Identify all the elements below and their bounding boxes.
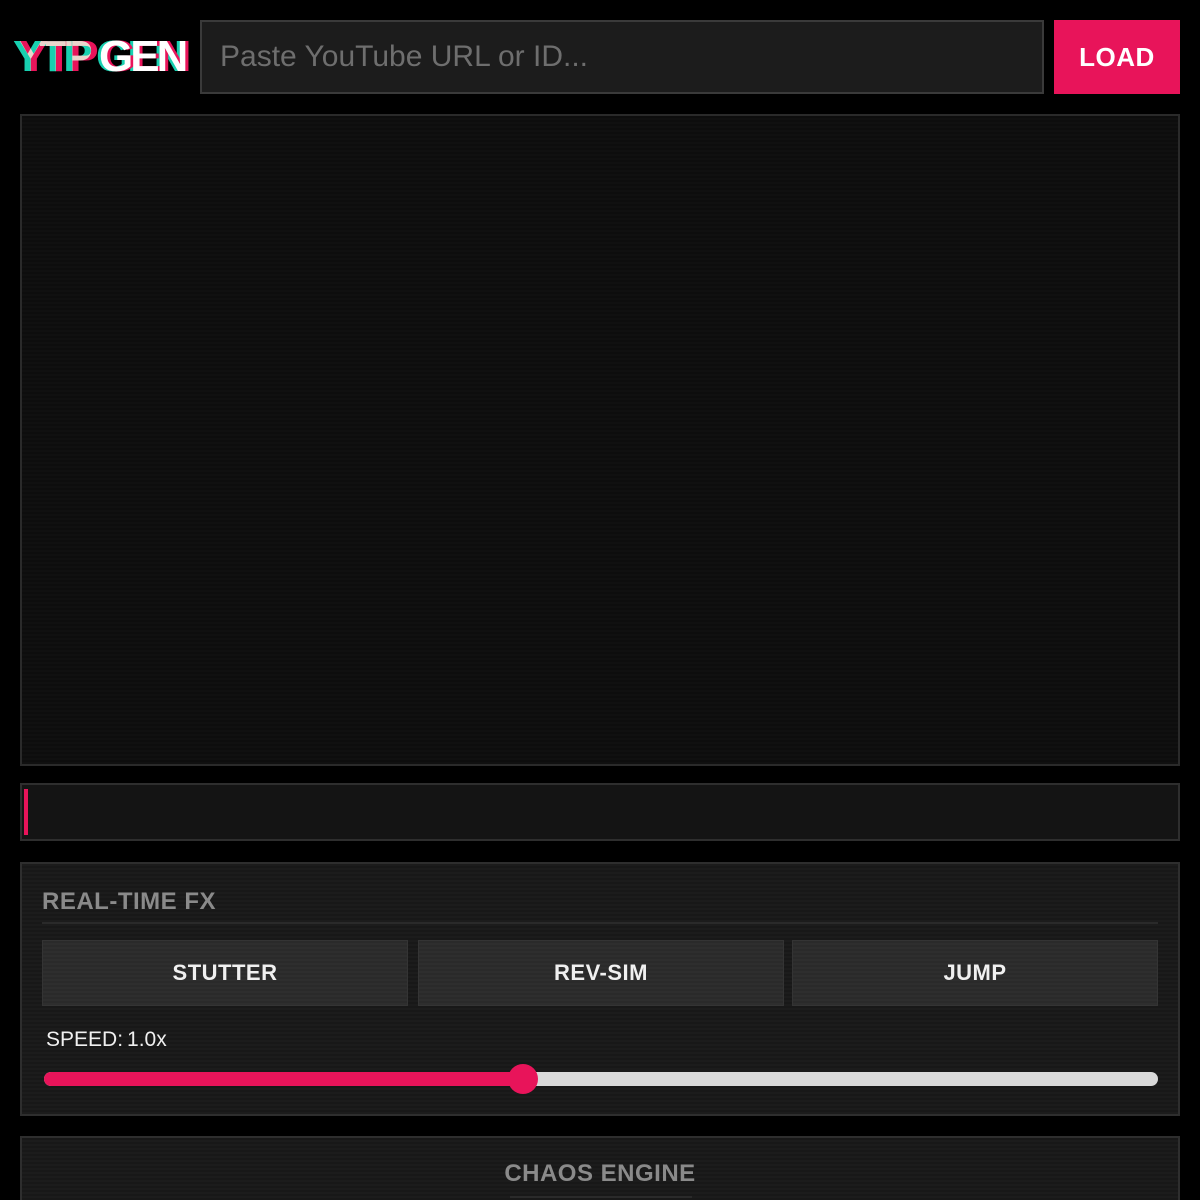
logo: YTP YTP GEN GEN GEN <box>13 32 191 82</box>
speed-label: SPEED: 1.0x <box>42 1028 167 1052</box>
logo-left-red: YTP <box>19 32 99 81</box>
header: YTP YTP GEN GEN GEN LOAD <box>0 0 1200 110</box>
fx-panel-divider <box>42 922 1158 924</box>
speed-value: 1.0x <box>127 1028 167 1051</box>
fx-panel-title: REAL-TIME FX <box>42 888 216 915</box>
stutter-button[interactable]: STUTTER <box>42 940 408 1006</box>
chaos-panel-title: CHAOS ENGINE <box>504 1160 696 1187</box>
speed-label-text: SPEED: <box>46 1028 124 1051</box>
chaos-panel-divider <box>510 1196 692 1198</box>
timeline-playhead[interactable] <box>24 789 28 835</box>
logo-right: GEN <box>99 32 186 81</box>
speed-slider-thumb[interactable] <box>508 1064 538 1094</box>
speed-slider-fill <box>44 1072 523 1086</box>
ytpgen-app: YTP YTP GEN GEN GEN LOAD REAL-TIME FX ST… <box>0 0 1200 1200</box>
speed-slider-track[interactable] <box>44 1072 1158 1086</box>
rev-sim-button[interactable]: REV-SIM <box>418 940 784 1006</box>
load-button[interactable]: LOAD <box>1054 20 1180 94</box>
chaos-engine-panel: CHAOS ENGINE <box>20 1136 1180 1200</box>
realtime-fx-panel: REAL-TIME FX STUTTER REV-SIM JUMP SPEED:… <box>20 862 1180 1116</box>
url-input[interactable] <box>200 20 1044 94</box>
timeline-bar[interactable] <box>20 783 1180 841</box>
video-player[interactable] <box>20 114 1180 766</box>
jump-button[interactable]: JUMP <box>792 940 1158 1006</box>
